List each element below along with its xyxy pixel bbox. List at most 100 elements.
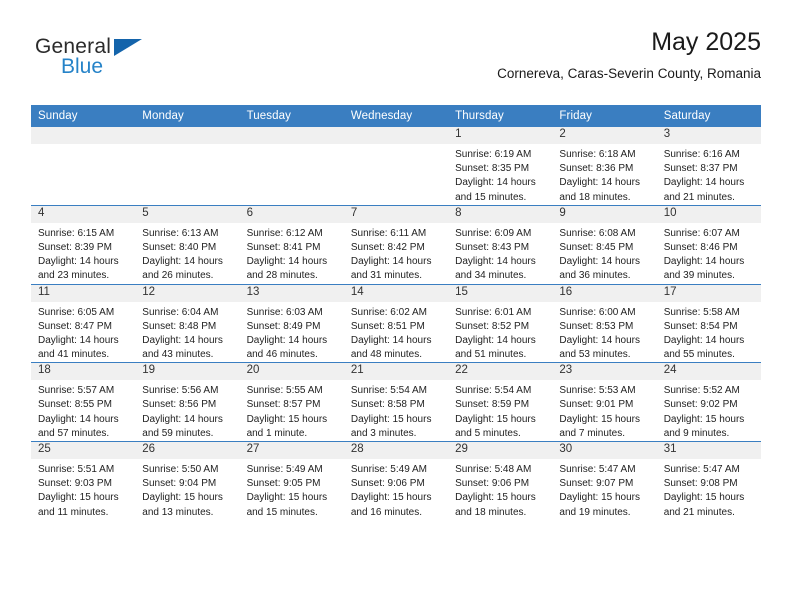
sunrise-time: Sunrise: 5:48 AM: [455, 464, 532, 475]
calendar-day-cell[interactable]: 18 Sunrise: 5:57 AM Sunset: 8:55 PM Dayligh…: [31, 362, 136, 442]
day-details: Sunrise: 6:03 AM Sunset: 8:49 PM Daylight:…: [240, 302, 344, 363]
sunrise-time: Sunrise: 5:50 AM: [142, 464, 219, 475]
calendar-day-cell[interactable]: 2 Sunrise: 6:18 AM Sunset: 8:36 PM Daylight…: [552, 126, 657, 206]
sunrise-time: Sunrise: 5:47 AM: [663, 464, 740, 475]
daylight-line-1: Daylight: 14 hours: [663, 256, 745, 268]
sunset-time: Sunset: 8:56 PM: [142, 399, 217, 411]
day-details: Sunrise: 6:11 AM Sunset: 8:42 PM Daylight:…: [344, 223, 448, 284]
sunrise-time: Sunrise: 6:05 AM: [38, 306, 115, 318]
calendar-day-cell[interactable]: 31 Sunrise: 5:47 AM Sunset: 9:08 PM Dayligh…: [656, 440, 761, 520]
day-number: 25: [31, 442, 136, 459]
page-header: General Blue May 2025 Cornereva, Caras-S…: [31, 28, 761, 98]
daylight-line-2: and 19 minutes.: [559, 506, 631, 518]
day-number: 1: [448, 127, 553, 144]
daylight-line-1: Daylight: 15 hours: [559, 413, 641, 425]
calendar-day-cell[interactable]: 29 Sunrise: 5:48 AM Sunset: 9:06 PM Dayligh…: [448, 440, 553, 520]
sunset-time: Sunset: 9:07 PM: [559, 478, 634, 490]
calendar-day-cell[interactable]: 12 Sunrise: 6:04 AM Sunset: 8:48 PM Dayligh…: [135, 283, 240, 363]
weekday-header-saturday: Saturday: [656, 105, 761, 127]
sunset-time: Sunset: 8:48 PM: [142, 320, 217, 332]
calendar-day-cell[interactable]: 3 Sunrise: 6:16 AM Sunset: 8:37 PM Daylight…: [656, 126, 761, 206]
daylight-line-2: and 1 minute.: [246, 427, 308, 439]
sunset-time: Sunset: 8:42 PM: [350, 241, 425, 253]
day-number: 5: [135, 205, 240, 223]
daylight-line-2: and 39 minutes.: [663, 270, 735, 282]
logo-triangle-icon: [114, 39, 142, 56]
calendar-day-cell[interactable]: 11 Sunrise: 6:05 AM Sunset: 8:47 PM Dayligh…: [31, 283, 136, 363]
calendar-day-cell[interactable]: 15 Sunrise: 6:01 AM Sunset: 8:52 PM Dayligh…: [448, 283, 553, 363]
daylight-line-2: and 48 minutes.: [350, 349, 423, 361]
calendar-day-cell[interactable]: 6 Sunrise: 6:12 AM Sunset: 8:41 PM Daylight…: [239, 204, 344, 284]
calendar-page: General Blue May 2025 Cornereva, Caras-S…: [0, 0, 792, 612]
day-number: 26: [135, 442, 240, 459]
calendar-day-cell[interactable]: 27 Sunrise: 5:49 AM Sunset: 9:05 PM Dayligh…: [239, 440, 344, 520]
day-number: 29: [448, 442, 553, 459]
calendar-day-cell[interactable]: 10 Sunrise: 6:07 AM Sunset: 8:46 PM Dayligh…: [656, 204, 761, 284]
calendar-day-cell[interactable]: 7 Sunrise: 6:11 AM Sunset: 8:42 PM Daylight…: [343, 204, 449, 284]
general-blue-logo[interactable]: General Blue: [31, 36, 231, 94]
day-number: 4: [31, 205, 136, 223]
daylight-line-2: and 21 minutes.: [663, 506, 735, 518]
calendar-day-cell[interactable]: 17 Sunrise: 5:58 AM Sunset: 8:54 PM Dayligh…: [656, 283, 761, 363]
calendar-day-cell[interactable]: 4 Sunrise: 6:15 AM Sunset: 8:39 PM Daylight…: [31, 204, 136, 284]
daylight-line-2: and 3 minutes.: [350, 427, 417, 439]
calendar-day-cell[interactable]: 28 Sunrise: 5:49 AM Sunset: 9:06 PM Dayligh…: [343, 440, 449, 520]
day-number: 24: [656, 363, 761, 381]
calendar-day-cell[interactable]: 19 Sunrise: 5:56 AM Sunset: 8:56 PM Dayligh…: [135, 362, 240, 442]
calendar-day-cell[interactable]: 24 Sunrise: 5:52 AM Sunset: 9:02 PM Dayligh…: [656, 362, 761, 442]
calendar-day-cell[interactable]: 8 Sunrise: 6:09 AM Sunset: 8:43 PM Daylight…: [448, 204, 553, 284]
calendar-day-cell[interactable]: 20 Sunrise: 5:55 AM Sunset: 8:57 PM Dayligh…: [239, 362, 344, 442]
day-number: 28: [343, 442, 449, 459]
calendar-day-cell[interactable]: 13 Sunrise: 6:03 AM Sunset: 8:49 PM Dayligh…: [239, 283, 344, 363]
sunset-time: Sunset: 9:04 PM: [142, 478, 217, 490]
sunrise-time: Sunrise: 5:53 AM: [559, 385, 636, 397]
daylight-line-2: and 15 minutes.: [455, 191, 527, 203]
day-details: Sunrise: 6:19 AM Sunset: 8:35 PM Daylight:…: [448, 144, 552, 205]
calendar-day-cell[interactable]: 1 Sunrise: 6:19 AM Sunset: 8:35 PM Daylight…: [448, 126, 553, 206]
day-number: 9: [552, 205, 657, 223]
day-details: Sunrise: 5:49 AM Sunset: 9:05 PM Daylight:…: [240, 459, 344, 520]
calendar-day-cell[interactable]: 16 Sunrise: 6:00 AM Sunset: 8:53 PM Dayligh…: [552, 283, 657, 363]
day-details: Sunrise: 6:18 AM Sunset: 8:36 PM Daylight:…: [552, 144, 656, 205]
daylight-line-2: and 46 minutes.: [246, 349, 318, 361]
day-details: Sunrise: 5:56 AM Sunset: 8:56 PM Daylight:…: [135, 380, 239, 441]
sunset-time: Sunset: 8:47 PM: [38, 320, 112, 332]
sunset-time: Sunset: 8:36 PM: [559, 163, 634, 175]
calendar-day-cell[interactable]: 14 Sunrise: 6:02 AM Sunset: 8:51 PM Dayligh…: [343, 283, 449, 363]
calendar-day-cell[interactable]: 25 Sunrise: 5:51 AM Sunset: 9:03 PM Dayligh…: [31, 440, 136, 520]
sunset-time: Sunset: 8:58 PM: [350, 399, 425, 411]
day-details: Sunrise: 5:47 AM Sunset: 9:07 PM Daylight:…: [552, 459, 656, 520]
day-number: 3: [656, 127, 761, 144]
calendar-day-cell[interactable]: 9 Sunrise: 6:08 AM Sunset: 8:45 PM Daylight…: [552, 204, 657, 284]
daylight-line-2: and 18 minutes.: [559, 191, 631, 203]
day-number: 27: [239, 442, 344, 459]
sunset-time: Sunset: 8:54 PM: [663, 320, 738, 332]
calendar-day-cell[interactable]: 23 Sunrise: 5:53 AM Sunset: 9:01 PM Dayligh…: [552, 362, 657, 442]
sunrise-time: Sunrise: 5:54 AM: [350, 385, 427, 397]
day-number: 31: [656, 442, 761, 459]
day-details: Sunrise: 5:51 AM Sunset: 9:03 PM Daylight:…: [31, 459, 135, 520]
day-details: Sunrise: 6:05 AM Sunset: 8:47 PM Daylight:…: [31, 302, 135, 363]
sunset-time: Sunset: 8:39 PM: [38, 241, 112, 253]
sunrise-time: Sunrise: 6:09 AM: [455, 227, 532, 239]
calendar-week-row: 18 Sunrise: 5:57 AM Sunset: 8:55 PM Dayligh…: [31, 362, 761, 442]
daylight-line-1: Daylight: 14 hours: [455, 334, 536, 346]
calendar-cell-empty: [239, 126, 344, 206]
calendar-day-cell[interactable]: 21 Sunrise: 5:54 AM Sunset: 8:58 PM Dayligh…: [343, 362, 449, 442]
calendar-day-cell[interactable]: 5 Sunrise: 6:13 AM Sunset: 8:40 PM Daylight…: [135, 204, 240, 284]
daylight-line-1: Daylight: 14 hours: [142, 413, 223, 425]
daylight-line-1: Daylight: 15 hours: [246, 413, 328, 425]
sunset-time: Sunset: 8:35 PM: [455, 163, 530, 175]
calendar-day-cell[interactable]: 26 Sunrise: 5:50 AM Sunset: 9:04 PM Dayligh…: [135, 440, 240, 520]
calendar-day-cell[interactable]: 30 Sunrise: 5:47 AM Sunset: 9:07 PM Dayligh…: [552, 440, 657, 520]
day-number: 17: [656, 284, 761, 302]
sunset-time: Sunset: 8:41 PM: [246, 241, 321, 253]
sunrise-time: Sunrise: 5:51 AM: [38, 464, 115, 475]
sunrise-time: Sunrise: 5:47 AM: [559, 464, 636, 475]
sunset-time: Sunset: 8:37 PM: [663, 163, 738, 175]
day-details: Sunrise: 5:57 AM Sunset: 8:55 PM Daylight:…: [31, 380, 135, 441]
daylight-line-1: Daylight: 15 hours: [663, 492, 745, 504]
sunrise-time: Sunrise: 5:49 AM: [246, 464, 323, 475]
sunset-time: Sunset: 9:01 PM: [559, 399, 634, 411]
calendar-day-cell[interactable]: 22 Sunrise: 5:54 AM Sunset: 8:59 PM Dayligh…: [448, 362, 553, 442]
